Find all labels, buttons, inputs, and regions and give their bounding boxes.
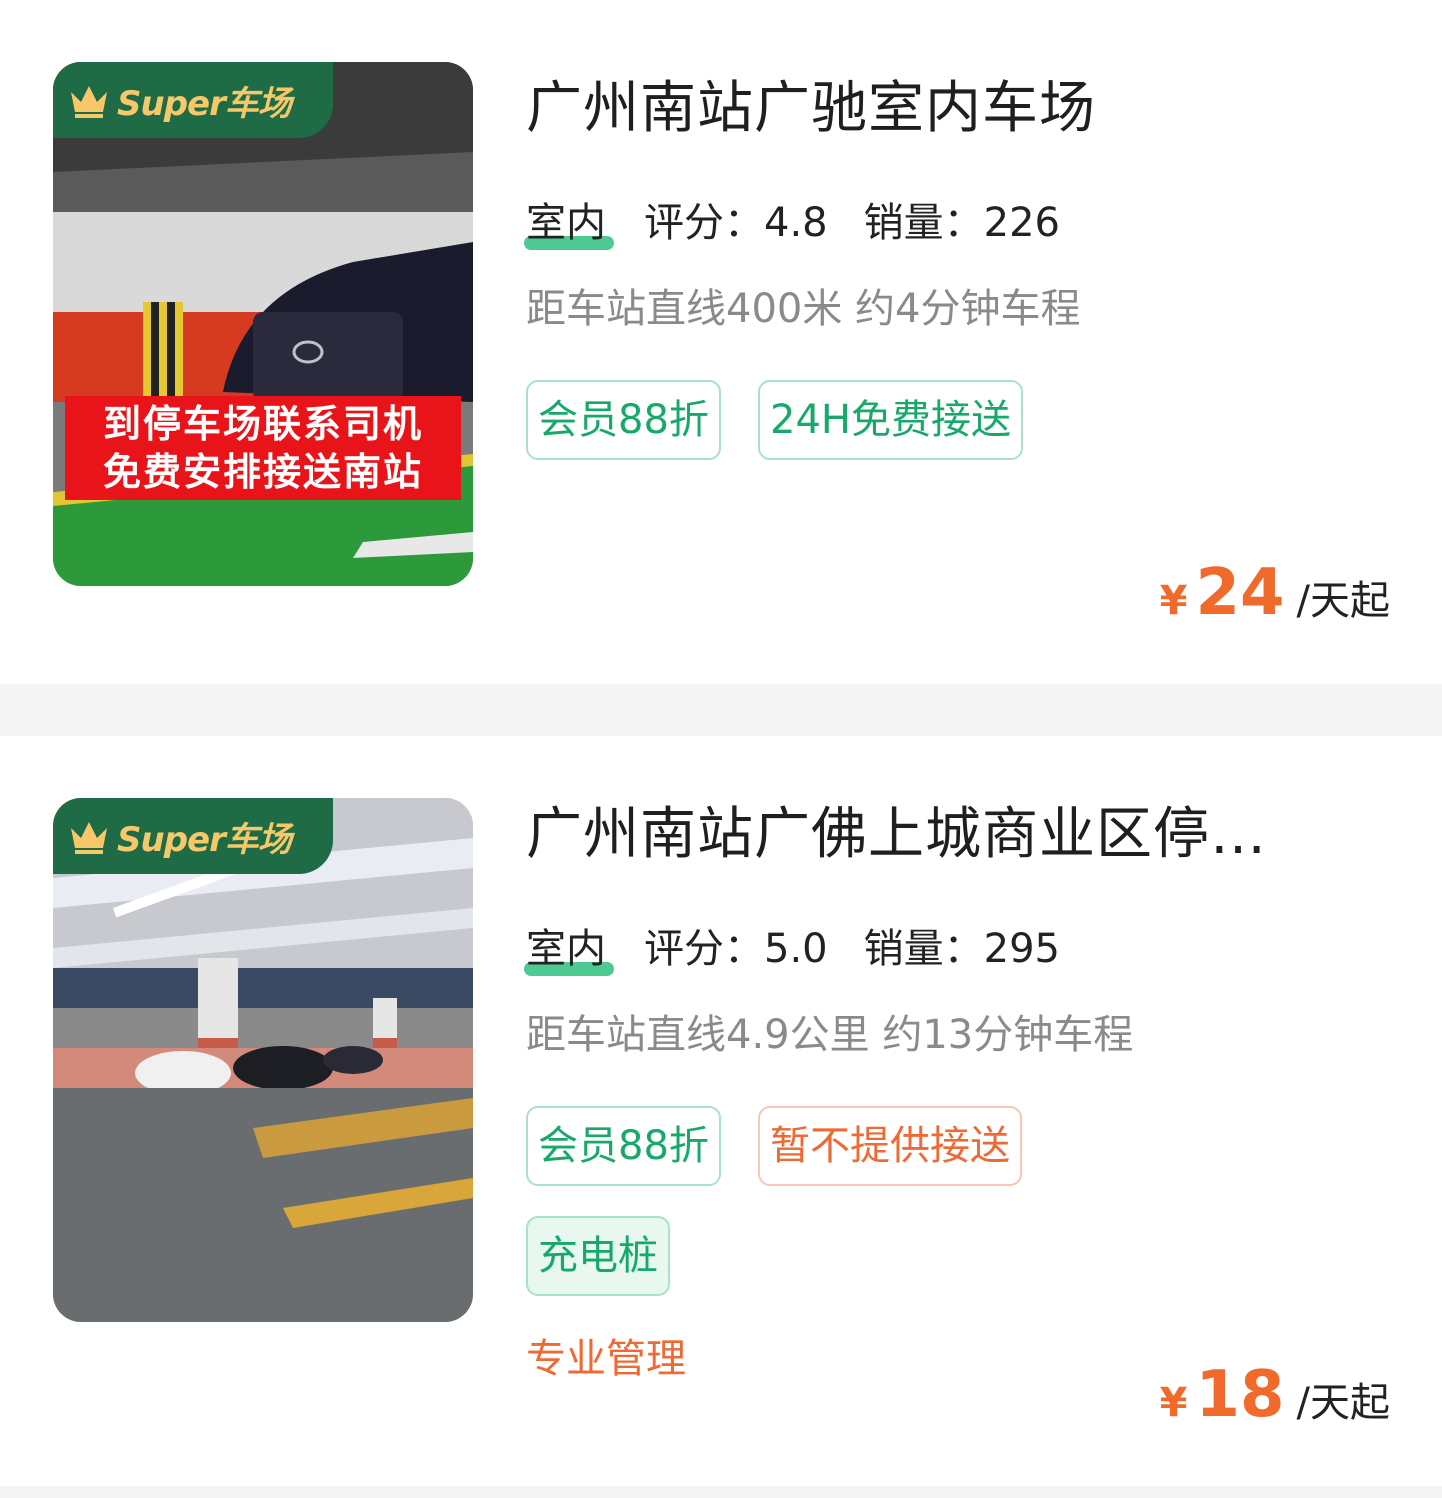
parking-listing-card[interactable]: Super车场 广州南站广佛上城商业区停… 室内 评分：5.0 销量：295 距… xyxy=(0,736,1442,1486)
meta-row: 室内 评分：4.8 销量：226 xyxy=(524,198,1096,250)
tag-charging-station: 充电桩 xyxy=(526,1216,670,1296)
parking-listing-card[interactable]: Super车场 到停车场联系司机 免费安排接送南站 广州南站广驰室内车场 室内 … xyxy=(0,0,1442,684)
badge-label: Super车场 xyxy=(117,83,292,124)
badge-label: Super车场 xyxy=(117,819,292,860)
crown-icon xyxy=(71,86,107,118)
management-label: 专业管理 xyxy=(526,1336,686,1382)
parking-photo-image xyxy=(53,798,473,1322)
tag-member-discount: 会员88折 xyxy=(526,1106,721,1186)
type-tag: 室内 xyxy=(524,198,614,250)
distance-info: 距车站直线400米 约4分钟车程 xyxy=(526,286,1081,332)
type-tag: 室内 xyxy=(524,924,614,976)
currency-symbol: ¥ xyxy=(1159,1380,1188,1426)
tag-free-shuttle: 24H免费接送 xyxy=(758,380,1023,460)
overlay-line: 免费安排接送南站 xyxy=(102,450,423,494)
tag-no-shuttle: 暂不提供接送 xyxy=(758,1106,1022,1186)
crown-icon xyxy=(71,822,107,854)
meta-row: 室内 评分：5.0 销量：295 xyxy=(524,924,1096,976)
parking-lot-photo[interactable]: Super车场 到停车场联系司机 免费安排接送南站 xyxy=(53,62,473,586)
overlay-line: 到停车场联系司机 xyxy=(102,402,423,446)
super-parking-badge: Super车场 xyxy=(53,798,333,874)
sales-count: 销量：226 xyxy=(863,200,1060,246)
parking-photo-image xyxy=(53,62,473,586)
image-overlay-text: 到停车场联系司机 免费安排接送南站 xyxy=(65,396,461,500)
super-parking-badge: Super车场 xyxy=(53,62,333,138)
price-value: 18 xyxy=(1195,1358,1285,1432)
price: ¥ 18 /天起 xyxy=(1160,1358,1390,1432)
rating: 评分：4.8 xyxy=(644,200,828,246)
parking-lot-photo[interactable]: Super车场 xyxy=(53,798,473,1322)
price: ¥ 24 /天起 xyxy=(1160,556,1390,630)
rating: 评分：5.0 xyxy=(644,926,828,972)
listing-title[interactable]: 广州南站广驰室内车场 xyxy=(526,74,1096,144)
type-label: 室内 xyxy=(526,926,606,972)
tag-member-discount: 会员88折 xyxy=(526,380,721,460)
listing-title[interactable]: 广州南站广佛上城商业区停… xyxy=(526,800,1267,870)
distance-info: 距车站直线4.9公里 约13分钟车程 xyxy=(526,1012,1134,1058)
price-value: 24 xyxy=(1195,556,1285,630)
type-label: 室内 xyxy=(526,200,606,246)
sales-count: 销量：295 xyxy=(863,926,1060,972)
price-unit: /天起 xyxy=(1296,1380,1390,1426)
price-unit: /天起 xyxy=(1296,578,1390,624)
currency-symbol: ¥ xyxy=(1159,578,1188,624)
